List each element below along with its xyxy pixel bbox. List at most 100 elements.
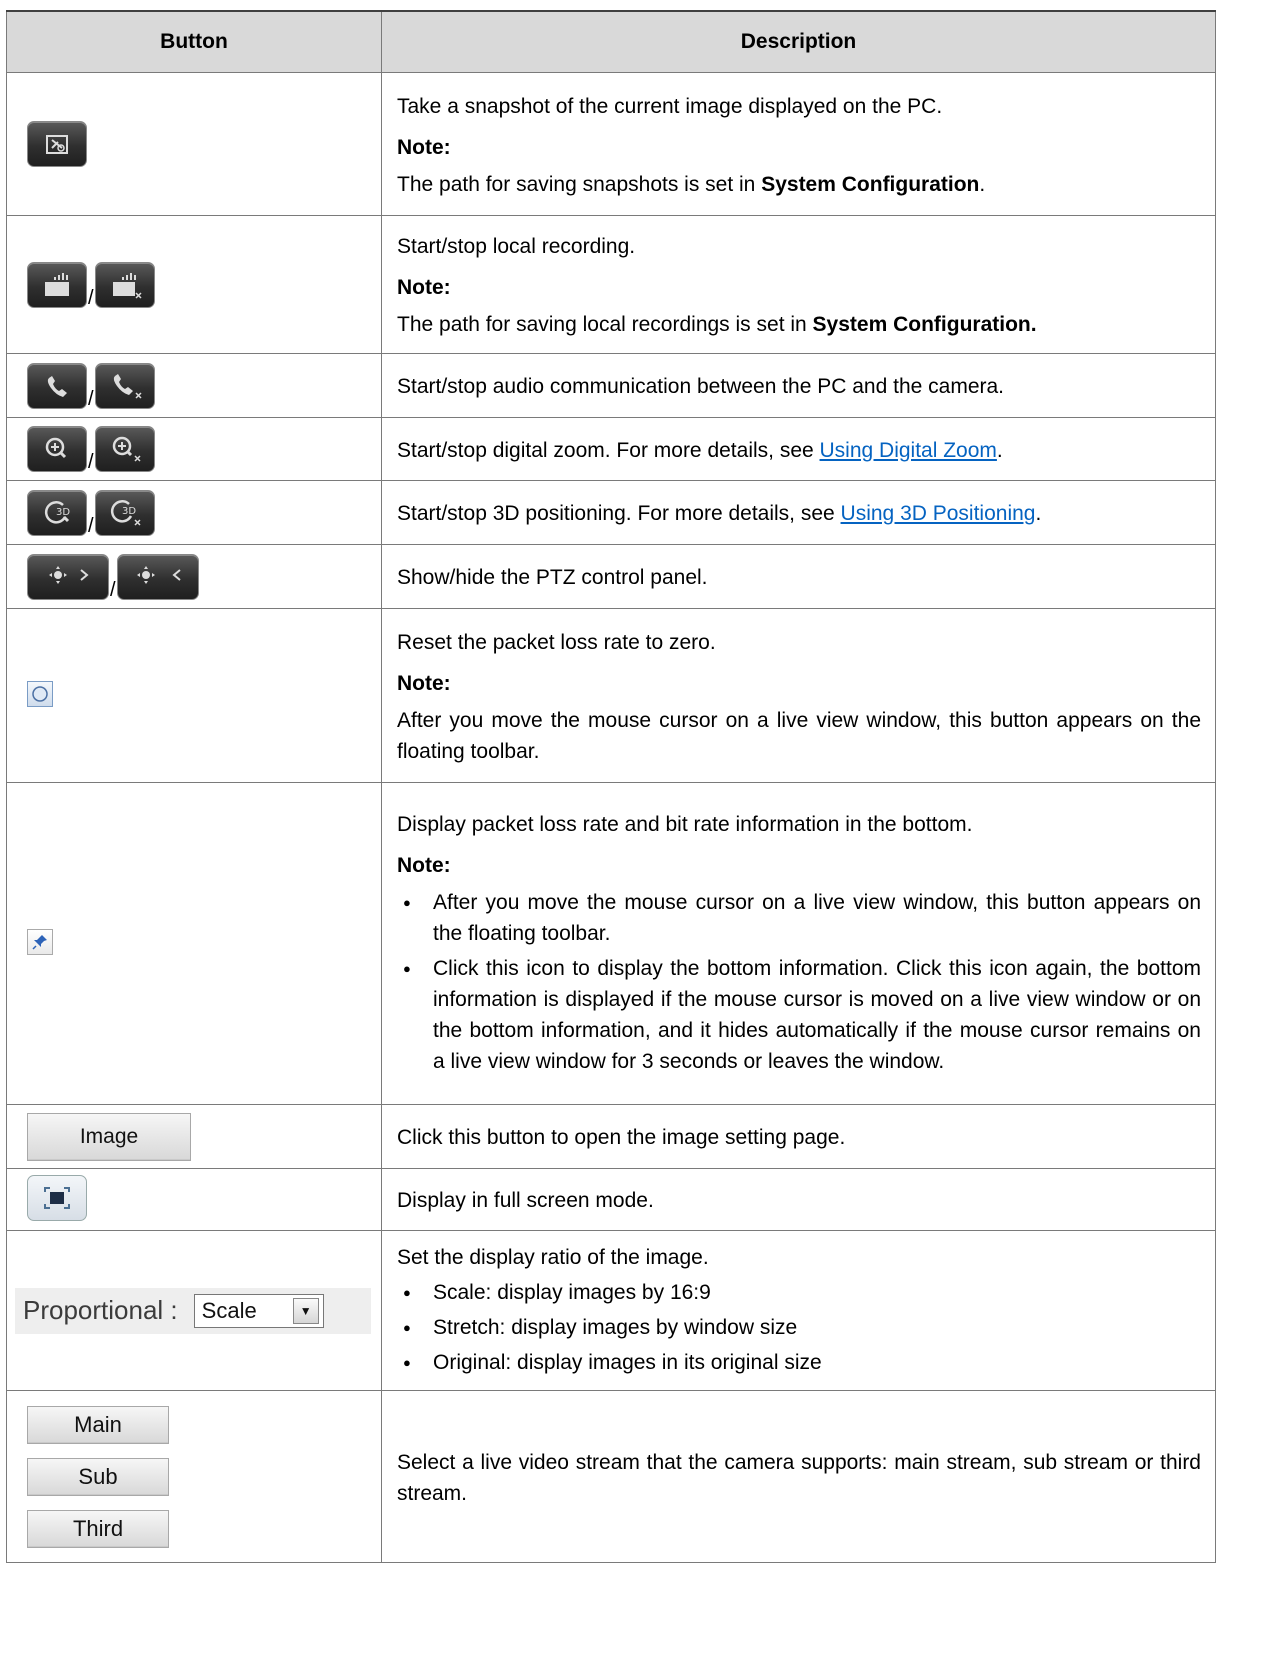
audio-stop-icon[interactable] (94, 362, 155, 409)
table-row: Image Click this button to open the imag… (6, 1104, 1216, 1169)
description-cell: Start/stop audio communication between t… (381, 353, 1216, 418)
note-label: Note: (397, 276, 451, 299)
ratio-select-value: Scale (201, 1297, 257, 1323)
table-row: / Start/stop audio communication between… (6, 353, 1216, 418)
ptz-show-icon[interactable] (27, 553, 109, 600)
table-row: 3D / 3D Start/stop 3D positioning. For m… (6, 480, 1216, 545)
description-text: Display in full screen mode. (397, 1189, 654, 1212)
button-cell (6, 782, 382, 1105)
reset-circle-icon[interactable] (27, 680, 53, 707)
pin-icon[interactable] (27, 928, 53, 955)
list-item: Stretch: display images by window size (397, 1312, 1201, 1343)
button-cell: Image (6, 1104, 382, 1169)
proportional-label: Proportional : (23, 1295, 178, 1325)
zoom-start-icon[interactable] (27, 426, 87, 472)
button-description-table: Button Description Take a snapshot of th… (6, 10, 1216, 1563)
description-text: Start/stop local recording. (397, 235, 636, 258)
record-start-icon[interactable] (27, 261, 87, 308)
description-cell: Set the display ratio of the image. Scal… (381, 1230, 1216, 1391)
button-cell (6, 1168, 382, 1231)
note-label: Note: (397, 853, 451, 877)
description-text: Start/stop audio communication between t… (397, 375, 1005, 398)
list-item: Scale: display images by 16:9 (397, 1277, 1201, 1308)
note-bullet-list: After you move the mouse cursor on a liv… (397, 887, 1201, 1077)
button-cell: / (6, 417, 382, 481)
ratio-select[interactable]: Scale ▼ (193, 1293, 324, 1328)
description-text: Display packet loss rate and bit rate in… (397, 812, 973, 836)
description-text: Select a live video stream that the came… (397, 1450, 1201, 1505)
description-cell: Display packet loss rate and bit rate in… (381, 782, 1216, 1105)
record-stop-icon[interactable] (94, 261, 155, 308)
menu-reference: System Configuration (761, 172, 980, 196)
fullscreen-icon[interactable] (27, 1174, 87, 1221)
button-cell (6, 72, 382, 216)
image-button[interactable]: Image (27, 1112, 191, 1161)
audio-start-icon[interactable] (27, 362, 87, 409)
table-row: Display packet loss rate and bit rate in… (6, 782, 1216, 1105)
third-stream-button[interactable]: Third (27, 1509, 169, 1548)
description-cell: Take a snapshot of the current image dis… (381, 72, 1216, 216)
button-cell: / (6, 544, 382, 609)
svg-text:3D: 3D (56, 507, 70, 518)
note-text: The path for saving local recordings is … (397, 313, 1037, 336)
svg-text:3D: 3D (122, 506, 136, 517)
description-cell: Start/stop local recording. Note: The pa… (381, 215, 1216, 354)
description-text: Start/stop 3D positioning. For more deta… (397, 502, 1042, 525)
list-item: Click this icon to display the bottom in… (397, 953, 1201, 1077)
list-item: Original: display images in its original… (397, 1347, 1201, 1378)
table-row: Proportional : Scale ▼ Set the display r… (6, 1230, 1216, 1391)
list-item: After you move the mouse cursor on a liv… (397, 887, 1201, 949)
description-cell: Show/hide the PTZ control panel. (381, 544, 1216, 609)
table-header-row: Button Description (6, 10, 1216, 73)
snapshot-icon[interactable] (27, 121, 87, 167)
separator: / (88, 286, 94, 309)
table-row: Take a snapshot of the current image dis… (6, 72, 1216, 216)
note-label: Note: (397, 135, 451, 159)
main-stream-button[interactable]: Main (27, 1405, 169, 1444)
menu-reference: System Configuration. (812, 313, 1037, 336)
proportional-control: Proportional : Scale ▼ (15, 1287, 371, 1334)
table-row: Display in full screen mode. (6, 1168, 1216, 1231)
button-cell: / (6, 353, 382, 418)
header-description: Description (381, 10, 1216, 73)
separator: / (110, 578, 116, 601)
note-text: After you move the mouse cursor on a liv… (397, 708, 1201, 763)
description-cell: Start/stop digital zoom. For more detail… (381, 417, 1216, 481)
description-cell: Start/stop 3D positioning. For more deta… (381, 480, 1216, 545)
description-text: Show/hide the PTZ control panel. (397, 566, 708, 589)
table-row: / Show/hide the PTZ control panel. (6, 544, 1216, 609)
separator: / (88, 514, 94, 537)
button-cell (6, 608, 382, 783)
table-row: Main Sub Third Select a live video strea… (6, 1390, 1216, 1563)
description-text: Click this button to open the image sett… (397, 1126, 846, 1149)
digital-zoom-link[interactable]: Using Digital Zoom (820, 439, 997, 462)
table-row: Reset the packet loss rate to zero. Note… (6, 608, 1216, 783)
description-cell: Display in full screen mode. (381, 1168, 1216, 1231)
description-cell: Select a live video stream that the came… (381, 1390, 1216, 1563)
button-cell: 3D / 3D (6, 480, 382, 545)
3d-positioning-link[interactable]: Using 3D Positioning (841, 502, 1036, 525)
header-button: Button (6, 10, 382, 73)
3d-position-start-icon[interactable]: 3D (27, 489, 87, 536)
button-cell: Main Sub Third (6, 1390, 382, 1563)
note-text: The path for saving snapshots is set in … (397, 172, 986, 196)
description-text: Reset the packet loss rate to zero. (397, 630, 716, 654)
ratio-bullet-list: Scale: display images by 16:9 Stretch: d… (397, 1277, 1201, 1378)
sub-stream-button[interactable]: Sub (27, 1457, 169, 1496)
description-text: Set the display ratio of the image. (397, 1245, 709, 1269)
note-label: Note: (397, 671, 451, 695)
zoom-stop-icon[interactable] (94, 426, 155, 472)
ptz-hide-icon[interactable] (116, 553, 199, 600)
separator: / (88, 451, 94, 473)
description-cell: Click this button to open the image sett… (381, 1104, 1216, 1169)
description-text: Take a snapshot of the current image dis… (397, 94, 943, 118)
3d-position-stop-icon[interactable]: 3D (94, 489, 155, 536)
description-cell: Reset the packet loss rate to zero. Note… (381, 608, 1216, 783)
table-row: / Start/stop local recording. Note: The … (6, 215, 1216, 354)
button-cell: / (6, 215, 382, 354)
separator: / (88, 387, 94, 410)
table-row: / Start/stop digital zoom. For more deta… (6, 417, 1216, 481)
description-text: Start/stop digital zoom. For more detail… (397, 438, 1003, 462)
chevron-down-icon[interactable]: ▼ (292, 1297, 319, 1324)
button-cell: Proportional : Scale ▼ (6, 1230, 382, 1391)
